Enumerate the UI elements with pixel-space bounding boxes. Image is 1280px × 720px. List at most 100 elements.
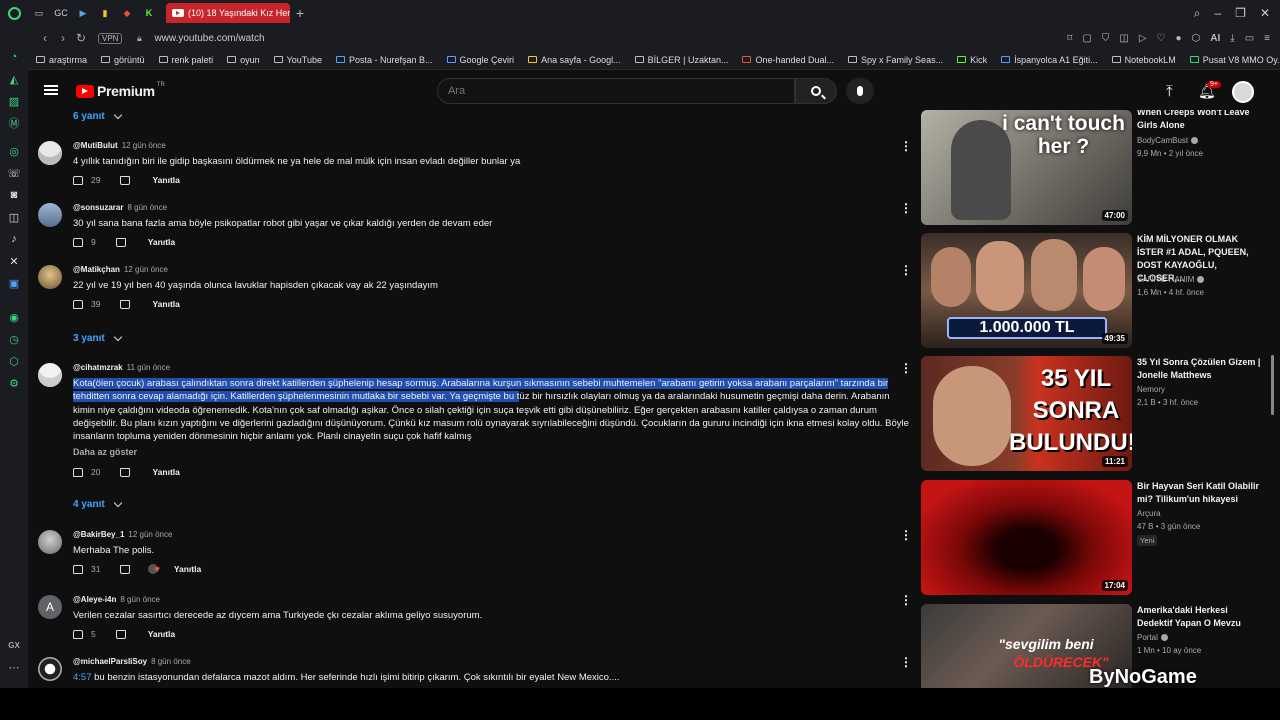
comment-author[interactable]: @Aleye-i4n — [73, 595, 116, 604]
more-actions-icon[interactable]: ⋮ — [900, 202, 912, 214]
download-icon[interactable]: ⤓ — [1230, 33, 1234, 44]
translate-icon[interactable]: ▣ — [0, 272, 28, 294]
like-icon[interactable] — [73, 237, 83, 247]
bookmark-item[interactable]: BİLGER | Uzaktan... — [634, 55, 728, 65]
ai-button[interactable]: AI — [1210, 33, 1220, 44]
video-title[interactable]: When Creeps Won't Leave Girls Alone — [1137, 110, 1261, 132]
reply-button[interactable]: Yanıtla — [152, 467, 179, 477]
active-tab[interactable]: (10) 18 Yaşındaki Kız Her Ş — [166, 3, 290, 23]
bookmark-item[interactable]: Ana sayfa - Googl... — [528, 55, 621, 65]
channel-name[interactable]: Arçura — [1137, 509, 1161, 518]
youtube-premium-logo[interactable]: Premium TR — [76, 82, 165, 99]
profile-icon[interactable]: ● — [1176, 33, 1182, 44]
gx-m-icon[interactable]: Ⓜ — [0, 112, 28, 134]
new-tab-button[interactable]: + — [290, 5, 310, 21]
dislike-icon[interactable] — [120, 175, 131, 185]
video-thumbnail[interactable]: 35 YIL SONRA BULUNDU! 11:21 — [921, 356, 1132, 471]
video-thumbnail[interactable]: i can't touch her ? 47:00 — [921, 110, 1132, 225]
recommended-video[interactable]: 17:04 Bir Hayvan Seri Katil Olabilir mi?… — [921, 480, 1261, 598]
more-actions-icon[interactable]: ⋮ — [900, 140, 912, 152]
vpn-badge[interactable]: VPN — [98, 32, 123, 44]
comment-time[interactable]: 12 gün önce — [124, 265, 168, 274]
wallet-icon[interactable]: ◫ — [1119, 33, 1128, 44]
bookmark-item[interactable]: NotebookLM — [1111, 55, 1176, 65]
reply-button[interactable]: Yanıtla — [152, 299, 179, 309]
recommended-video[interactable]: i can't touch her ? 47:00 When Creeps Wo… — [921, 110, 1261, 228]
replies-toggle[interactable]: 6 yanıt — [73, 111, 122, 122]
bookmark-item[interactable]: renk paleti — [158, 55, 213, 65]
close-icon[interactable]: ✕ — [1260, 6, 1270, 21]
recommended-video[interactable]: "sevgilim beni ÖLDÜRECEK" Amerika'daki H… — [921, 604, 1261, 688]
play-icon[interactable]: ▷ — [1139, 33, 1147, 44]
avatar[interactable] — [38, 657, 62, 681]
avatar[interactable] — [38, 141, 62, 165]
instagram-icon[interactable]: ◫ — [0, 206, 28, 228]
video-timestamp-link[interactable]: 4:57 — [73, 672, 92, 683]
heart-icon[interactable]: ♡ — [1157, 33, 1166, 44]
comment-time[interactable]: 8 gün önce — [127, 203, 167, 212]
video-title[interactable]: Bir Hayvan Seri Katil Olabilir mi? Tilik… — [1137, 480, 1261, 506]
gx-globe-icon[interactable]: ◎ — [0, 140, 28, 162]
bookmark-item[interactable]: Posta - Nurefşan B... — [335, 55, 433, 65]
comment-author[interactable]: @cihatmzrak — [73, 363, 123, 372]
more-actions-icon[interactable]: ⋮ — [900, 264, 912, 276]
like-icon[interactable] — [73, 564, 83, 574]
history-icon[interactable]: ◷ — [0, 328, 28, 350]
reload-icon[interactable]: ↻ — [72, 31, 90, 45]
bookmark-item[interactable]: Pusat V8 MMO Oy... — [1189, 55, 1280, 65]
tiktok-icon[interactable]: ♪ — [0, 228, 28, 250]
recommendations-scrollbar[interactable] — [1271, 355, 1274, 415]
channel-name[interactable]: BodyCamBust — [1137, 136, 1199, 145]
gx-cleaner-icon[interactable]: ◭ — [0, 68, 28, 90]
bookmark-item[interactable]: görüntü — [101, 55, 145, 65]
opera-gx-logo-icon[interactable] — [0, 0, 28, 26]
replies-toggle[interactable]: 3 yanıt — [73, 332, 122, 344]
comment-author[interactable]: @michaelParsliSoy — [73, 657, 147, 666]
more-actions-icon[interactable]: ⋮ — [900, 656, 912, 668]
show-less-button[interactable]: Daha az göster — [73, 447, 137, 457]
replies-toggle[interactable]: 4 yanıt — [73, 498, 122, 510]
play-store-icon[interactable]: ▶ — [72, 0, 94, 26]
dislike-icon[interactable] — [120, 467, 131, 477]
bookmark-item[interactable]: araştırma — [36, 55, 87, 65]
channel-name[interactable]: Nemory — [1137, 385, 1165, 394]
forward-icon[interactable]: › — [54, 31, 72, 45]
comment-time[interactable]: 8 gün önce — [120, 595, 160, 604]
like-icon[interactable] — [73, 175, 83, 185]
bookmark-item[interactable]: Spy x Family Seas... — [848, 55, 943, 65]
channel-name[interactable]: Portal — [1137, 633, 1168, 642]
bookmark-item[interactable]: oyun — [227, 55, 260, 65]
voice-search-button[interactable] — [846, 78, 874, 104]
avatar[interactable] — [38, 265, 62, 289]
dislike-icon[interactable] — [120, 564, 131, 574]
account-avatar[interactable] — [1232, 81, 1254, 103]
avatar[interactable] — [38, 363, 62, 387]
like-icon[interactable] — [73, 629, 83, 639]
video-thumbnail[interactable]: 17:04 — [921, 480, 1132, 595]
recommended-video[interactable]: 35 YIL SONRA BULUNDU! 11:21 35 Yıl Sonra… — [921, 356, 1261, 474]
extension-icon[interactable]: ⬡ — [1192, 33, 1201, 44]
player-icon[interactable]: ◉ — [0, 306, 28, 328]
reply-button[interactable]: Yanıtla — [152, 175, 179, 185]
pinned-tab-icon[interactable]: ▭ — [28, 0, 50, 26]
bookmark-icon[interactable]: ⌑ — [1067, 33, 1072, 44]
reply-button[interactable]: Yanıtla — [148, 237, 175, 247]
extensions-icon[interactable]: ⬡ — [0, 350, 28, 372]
maximize-icon[interactable]: ❐ — [1235, 6, 1246, 21]
files-icon[interactable]: ▭ — [1245, 33, 1254, 44]
bookmark-item[interactable]: Kick — [957, 55, 987, 65]
comment-time[interactable]: 12 gün önce — [128, 530, 172, 539]
comment-author[interactable]: @MutiBulut — [73, 141, 118, 150]
channel-name[interactable]: SANİYE HANIM — [1137, 275, 1205, 284]
discord-icon[interactable]: ◙ — [0, 184, 28, 206]
more-actions-icon[interactable]: ⋮ — [900, 594, 912, 606]
like-icon[interactable] — [73, 299, 83, 309]
search-input[interactable] — [437, 78, 795, 104]
bookmark-item[interactable]: Google Çeviri — [446, 55, 514, 65]
whatsapp-icon[interactable]: ☏ — [0, 162, 28, 184]
create-upload-icon[interactable]: ⤒ — [1166, 83, 1173, 100]
comment-time[interactable]: 12 gün önce — [122, 141, 166, 150]
settings-icon[interactable]: ⚙ — [0, 372, 28, 394]
comment-time[interactable]: 8 gün önce — [151, 657, 191, 666]
video-title[interactable]: 35 Yıl Sonra Çözülen Gizem | Jonelle Mat… — [1137, 356, 1261, 382]
